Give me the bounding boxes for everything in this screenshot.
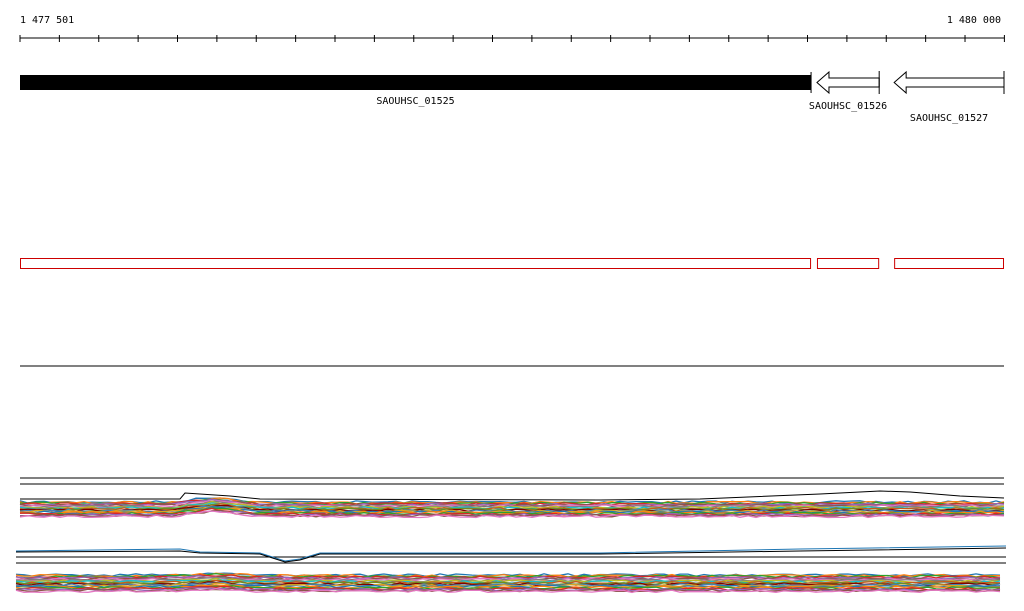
gene-track: SAOUHSC_01525 SAOUHSC_01526 SAOUHSC_01527	[20, 70, 1005, 124]
expression-trace	[15, 547, 1007, 563]
feature-box	[816, 258, 880, 269]
feature-box	[20, 258, 812, 269]
expression-profile-group-1	[19, 477, 1005, 519]
gene-label: SAOUHSC_01526	[809, 101, 887, 112]
ruler-start-label: 1 477 501	[20, 15, 74, 26]
gene-label: SAOUHSC_01527	[910, 113, 988, 124]
gene-SAOUHSC_01527[interactable]: SAOUHSC_01527	[893, 70, 1005, 124]
coordinate-ruler: 1 477 501 1 480 000	[19, 15, 1005, 42]
expression-trace	[20, 490, 1005, 501]
expression-profile-group-2	[15, 545, 1007, 594]
gene-bar[interactable]	[20, 75, 812, 90]
gene-arrow[interactable]	[816, 70, 880, 95]
ruler-end-label: 1 480 000	[947, 15, 1001, 26]
feature-box-track	[20, 258, 1005, 269]
gene-SAOUHSC_01526[interactable]: SAOUHSC_01526	[809, 70, 887, 112]
genome-browser: 1 477 501 1 480 000 SAOUHSC_01525 SAOUHSC…	[15, 15, 1007, 594]
gene-arrow[interactable]	[893, 70, 1005, 95]
gene-label: SAOUHSC_01525	[376, 96, 454, 107]
gene-SAOUHSC_01525[interactable]: SAOUHSC_01525	[20, 72, 812, 107]
feature-box	[894, 258, 1005, 269]
